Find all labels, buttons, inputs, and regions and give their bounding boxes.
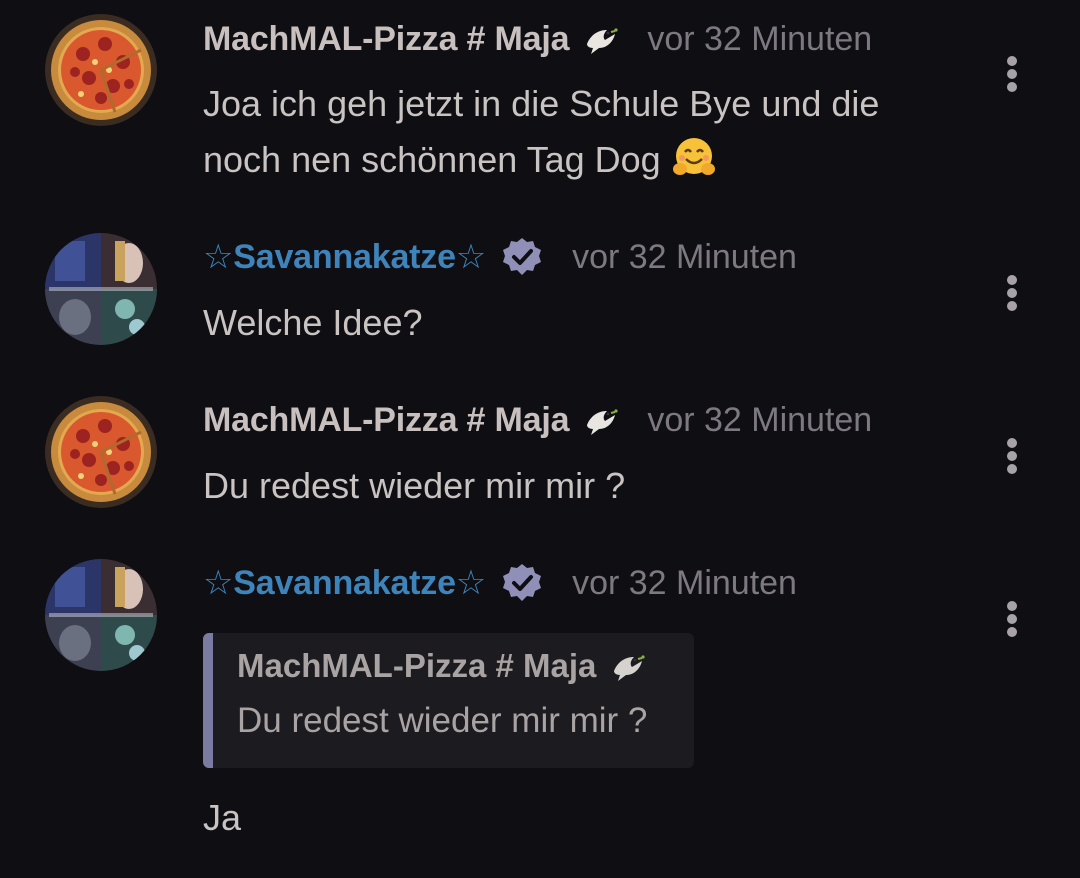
pizza-avatar[interactable] — [45, 14, 157, 126]
collage-avatar[interactable] — [45, 559, 157, 671]
quote-accent-bar — [203, 633, 213, 768]
more-options-dot — [1007, 56, 1017, 66]
comment-header: MachMAL-Pizza # Maja vor 32 Minuten — [203, 16, 872, 62]
comment-header: MachMAL-Pizza # Maja vor 32 Minuten — [203, 397, 872, 443]
more-options-icon[interactable] — [1000, 273, 1024, 313]
more-options-dot — [1007, 601, 1017, 611]
more-options-dot — [1007, 438, 1017, 448]
comment-header: ☆Savannakatze☆ vor 32 Minuten — [203, 234, 797, 280]
quote-header: MachMAL-Pizza # Maja — [237, 647, 646, 685]
comment-header: ☆Savannakatze☆ vor 32 Minuten — [203, 560, 797, 606]
comment-text-line-2: noch nen schönnen Tag Dog — [203, 132, 879, 188]
username-link[interactable]: MachMAL-Pizza # Maja — [203, 20, 570, 59]
more-options-dot — [1007, 275, 1017, 285]
username-link[interactable]: ☆Savannakatze☆ — [203, 563, 486, 603]
more-options-dot — [1007, 464, 1017, 474]
hugging-face-emoji — [671, 135, 717, 181]
comment-timestamp: vor 32 Minuten — [647, 400, 873, 439]
more-options-dot — [1007, 614, 1017, 624]
more-options-icon[interactable] — [1000, 54, 1024, 94]
collage-avatar[interactable] — [45, 233, 157, 345]
comment-text: Welche Idee? — [203, 302, 423, 343]
more-options-icon[interactable] — [1000, 436, 1024, 476]
more-options-dot — [1007, 288, 1017, 298]
more-options-icon[interactable] — [1000, 599, 1024, 639]
verified-badge-icon — [500, 235, 544, 279]
more-options-dot — [1007, 627, 1017, 637]
more-options-dot — [1007, 69, 1017, 79]
comment-text: Du redest wieder mir mir ? — [203, 465, 626, 506]
comment-timestamp: vor 32 Minuten — [647, 19, 873, 58]
quoted-comment[interactable]: MachMAL-Pizza # Maja Du redest wieder mi… — [203, 633, 694, 768]
comment-text: Ja — [203, 797, 242, 838]
verified-badge-icon — [500, 561, 544, 605]
comment-text-line: Joa ich geh jetzt in die Schule Bye und … — [203, 83, 880, 124]
comment-timestamp: vor 32 Minuten — [572, 237, 797, 276]
dove-icon — [608, 647, 646, 685]
quote-username: MachMAL-Pizza # Maja — [237, 647, 597, 684]
pizza-avatar[interactable] — [45, 396, 157, 508]
quote-text: Du redest wieder mir mir ? — [237, 701, 648, 740]
comment-text: Joa ich geh jetzt in die Schule Bye und … — [203, 76, 879, 188]
dove-icon — [581, 401, 619, 439]
comment-text-line-content: noch nen schönnen Tag Dog — [203, 139, 661, 180]
dove-icon — [581, 20, 619, 58]
comment-timestamp: vor 32 Minuten — [572, 563, 797, 602]
more-options-dot — [1007, 451, 1017, 461]
username-link[interactable]: MachMAL-Pizza # Maja — [203, 401, 570, 440]
more-options-dot — [1007, 82, 1017, 92]
more-options-dot — [1007, 301, 1017, 311]
username-link[interactable]: ☆Savannakatze☆ — [203, 237, 486, 277]
comment-feed: MachMAL-Pizza # Maja vor 32 Minuten Joa … — [0, 0, 1080, 878]
